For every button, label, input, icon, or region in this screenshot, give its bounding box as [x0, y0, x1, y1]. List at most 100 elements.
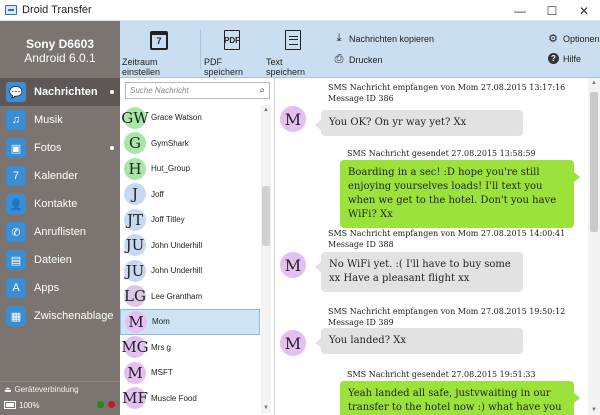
search-icon[interactable]: ⌕ — [259, 85, 265, 96]
sidebar-item-kalender[interactable]: 7 Kalender — [0, 162, 120, 190]
contact-name: Mrs g — [151, 342, 171, 352]
music-note-icon: ♫ — [6, 110, 26, 130]
help-icon: ? — [548, 53, 559, 64]
avatar: MG — [121, 336, 149, 359]
contact-scroll-thumb[interactable] — [262, 186, 270, 246]
save-pdf-button[interactable]: PDF PDF speichern — [204, 27, 260, 77]
contact-name: Muscle Food — [151, 393, 197, 403]
sidebar-item-anruflisten[interactable]: ✆ Anruflisten — [0, 218, 120, 246]
sidebar-item-apps[interactable]: A Apps — [0, 274, 120, 302]
set-date-range-label: Zeitraum einstellen — [122, 57, 161, 77]
contact-scrollbar[interactable]: ▲ ▼ — [261, 105, 271, 413]
incoming-message-bubble[interactable]: You OK? On yr way yet? Xx — [315, 110, 523, 136]
sidebar-item-nachrichten[interactable]: 💬 Nachrichten — [0, 78, 120, 106]
avatar: JT — [124, 208, 146, 231]
avatar: M — [280, 330, 306, 356]
avatar: M — [124, 361, 146, 384]
contact-row[interactable]: MG Mrs g — [120, 335, 260, 361]
sidebar-item-dateien[interactable]: ▤ Dateien — [0, 246, 120, 274]
outgoing-message-bubble[interactable]: Boarding in a sec! :D hope you're still … — [340, 160, 580, 228]
eject-icon: ⏏ — [4, 384, 12, 394]
save-text-label: Text speichern — [266, 57, 306, 77]
avatar: GW — [121, 106, 149, 129]
contact-name: GymShark — [151, 138, 189, 148]
help-label: Hilfe — [563, 53, 582, 64]
outgoing-message-bubble[interactable]: Yeah landed all safe, justvwaiting in ou… — [340, 381, 580, 415]
contact-name: MSFT — [151, 368, 173, 378]
contact-row[interactable]: JT Joff Titley — [120, 207, 260, 233]
messages-scrollbar[interactable]: ▲ ▼ — [588, 78, 600, 415]
unread-dot-icon — [110, 146, 114, 150]
calendar-icon: 7 — [146, 27, 172, 53]
save-pdf-label: PDF speichern — [204, 57, 244, 77]
contact-row[interactable]: MF Muscle Food — [120, 386, 260, 412]
search-message-input[interactable]: Suche Nachricht ⌕ — [125, 82, 270, 99]
chat-bubble-icon: 💬 — [6, 82, 26, 102]
sidebar-item-zwischenablage[interactable]: ▦ Zwischenablage — [0, 302, 120, 330]
avatar: J — [124, 183, 146, 206]
options-label: Optionen — [563, 33, 600, 44]
copy-messages-button[interactable]: ⤓ Nachrichten kopieren — [332, 32, 435, 45]
sidebar-item-label: Musik — [34, 114, 63, 126]
contact-row[interactable]: GW Grace Watson — [120, 105, 260, 131]
message-header: SMS Nachricht empfangen von Mom 27.08.20… — [328, 307, 566, 327]
sidebar-item-musik[interactable]: ♫ Musik — [0, 106, 120, 134]
window-title: Droid Transfer — [22, 4, 92, 16]
scroll-down-icon[interactable]: ▼ — [261, 403, 271, 413]
avatar: G — [124, 132, 146, 155]
device-connection-link[interactable]: ⏏ Geräteverbindung — [0, 382, 120, 396]
sidebar-item-label: Anruflisten — [34, 226, 86, 238]
maximize-button[interactable]: ☐ — [536, 0, 568, 21]
toolbar: 7 Zeitraum einstellen PDF PDF speichern … — [120, 21, 600, 78]
device-connection-label: Geräteverbindung — [14, 384, 79, 394]
messages-scroll-thumb[interactable] — [590, 92, 598, 232]
incoming-message-bubble[interactable]: No WiFi yet. :( I'll have to buy some xx… — [315, 252, 523, 292]
avatar: JU — [124, 234, 146, 257]
printer-icon: ⎙ — [334, 53, 344, 65]
message-header: SMS Nachricht gesendet 27.08.2015 13:58:… — [347, 149, 536, 158]
options-button[interactable]: ⚙ Optionen — [546, 32, 600, 45]
contact-row[interactable]: G GymShark — [120, 131, 260, 157]
contact-row[interactable]: M MSFT — [120, 360, 260, 386]
scroll-up-icon[interactable]: ▲ — [261, 105, 271, 115]
save-text-button[interactable]: Text speichern — [266, 27, 320, 77]
message-header: SMS Nachricht empfangen von Mom 27.08.20… — [328, 229, 566, 249]
download-icon: ⤓ — [336, 32, 342, 44]
avatar: M — [280, 106, 306, 132]
contact-name: John Underhill — [151, 240, 203, 250]
contact-row[interactable]: H Hut_Group — [120, 156, 260, 182]
search-placeholder: Suche Nachricht — [130, 86, 189, 95]
sidebar-item-fotos[interactable]: ▣ Fotos — [0, 134, 120, 162]
contact-row[interactable]: J Joff — [120, 182, 260, 208]
contact-name: Hut_Group — [151, 164, 191, 174]
help-button[interactable]: ? Hilfe — [548, 53, 581, 64]
contact-row[interactable]: LG Lee Grantham — [120, 284, 260, 310]
contact-name: Lee Grantham — [151, 291, 203, 301]
contact-row[interactable]: JU John Underhill — [120, 233, 260, 259]
minimize-button[interactable]: — — [504, 0, 536, 21]
avatar: LG — [124, 285, 146, 308]
avatar: H — [124, 157, 146, 180]
incoming-message-bubble[interactable]: You landed? Xx — [315, 328, 523, 354]
scroll-down-icon[interactable]: ▼ — [589, 405, 599, 415]
device-name: Sony D6603 — [25, 37, 95, 51]
gear-icon: ⚙ — [548, 33, 558, 45]
avatar: JU — [124, 259, 146, 282]
contact-row[interactable]: M Mom — [120, 309, 260, 335]
title-bar: Droid Transfer — ☐ ✕ — [0, 0, 600, 21]
device-os: Android 6.0.1 — [24, 51, 96, 65]
sidebar-item-label: Kalender — [34, 170, 79, 182]
window-controls: — ☐ ✕ — [504, 0, 600, 21]
sidebar-item-kontakte[interactable]: 👤 Kontakte — [0, 190, 120, 218]
status-green-icon — [97, 401, 104, 408]
close-button[interactable]: ✕ — [568, 0, 600, 21]
sidebar-item-label: Kontakte — [34, 198, 78, 210]
contacts-panel: Suche Nachricht ⌕ GW Grace Watson G GymShar… — [120, 78, 275, 415]
scroll-up-icon[interactable]: ▲ — [589, 78, 599, 88]
message-header: SMS Nachricht empfangen von Mom 27.08.20… — [328, 83, 566, 103]
contact-row[interactable]: JU John Underhill — [120, 258, 260, 284]
phone-icon: ✆ — [6, 222, 26, 242]
set-date-range-button[interactable]: 7 Zeitraum einstellen — [122, 27, 196, 77]
print-button[interactable]: ⎙ Drucken — [332, 53, 383, 66]
sidebar-item-label: Fotos — [34, 142, 62, 154]
